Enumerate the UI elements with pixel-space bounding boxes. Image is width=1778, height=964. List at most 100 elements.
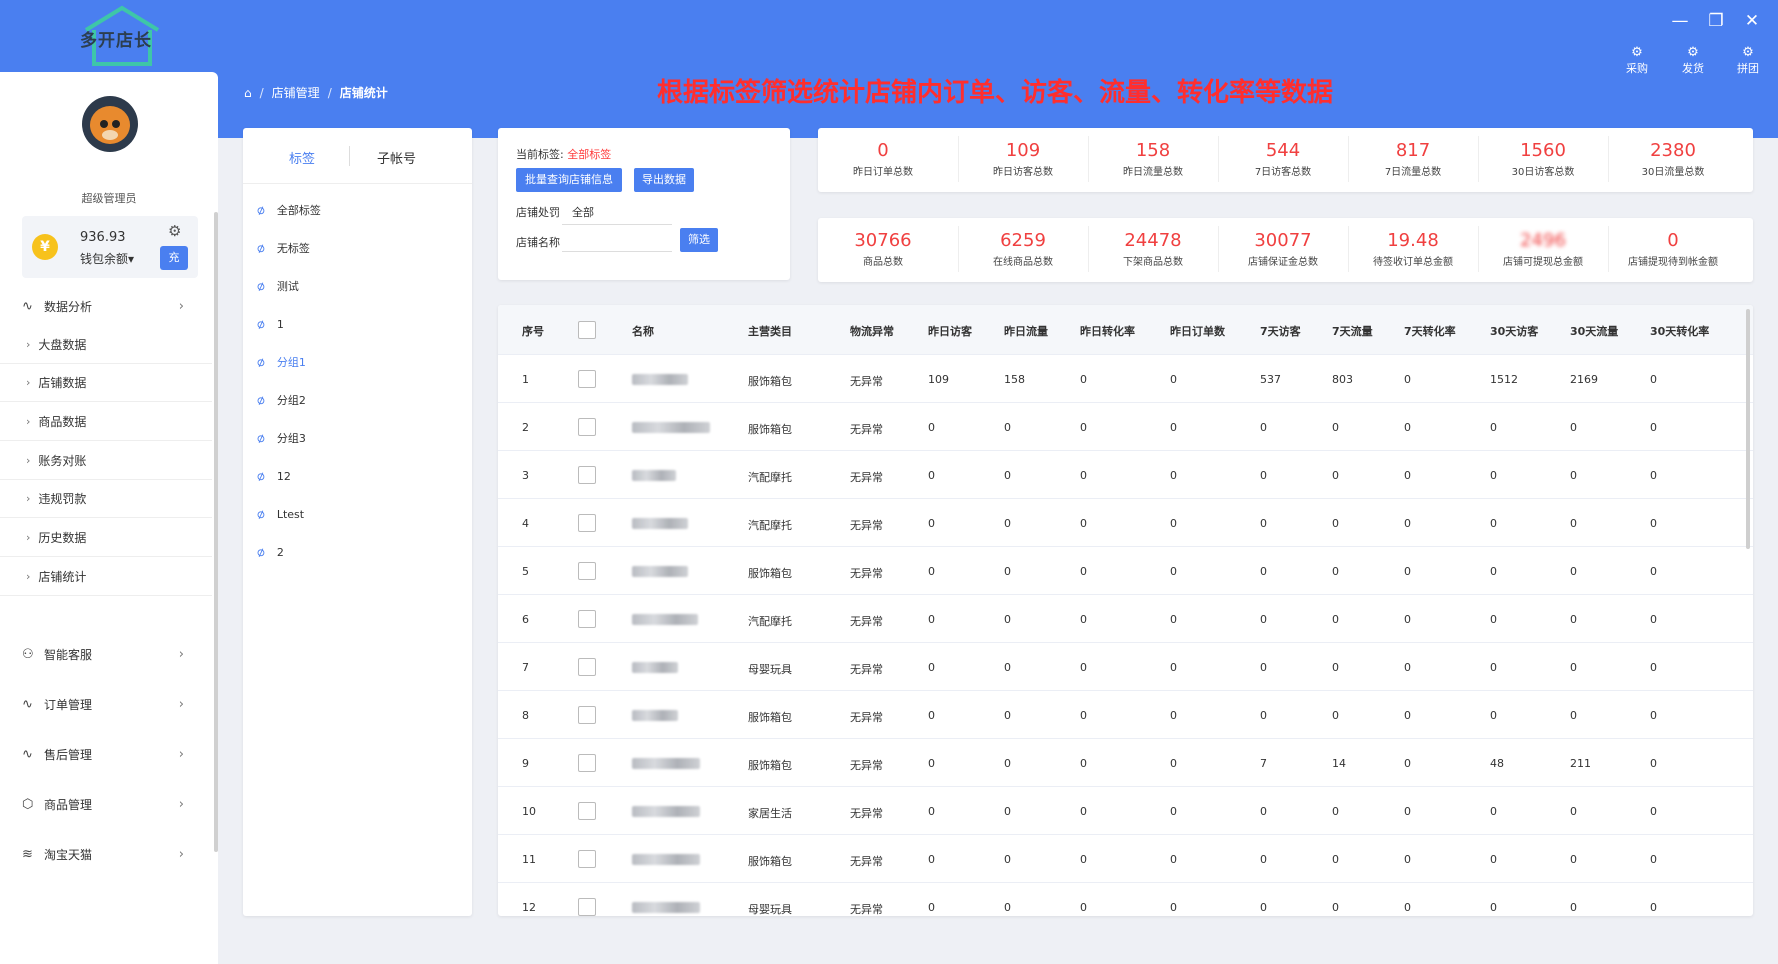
minimize-icon[interactable]: — [1669,10,1691,32]
stat-30d-traffic: 2380 30日流量总数 [1641,140,1705,178]
tag-item-group3[interactable]: ⌀ 分组3 [255,428,306,448]
avatar[interactable] [82,96,138,152]
store-name-label: 店铺名称 [516,236,560,249]
row-checkbox[interactable] [578,706,596,724]
penalty-filter: 店铺处罚 [516,206,560,219]
tag-icon: ⌀ [254,315,268,333]
table-row[interactable]: 6 汽配摩托 无异常 0 0 0 0 0 0 0 0 0 0 [498,595,1753,643]
quick-action-group-buy[interactable]: ⚙ 拼团 [1728,46,1768,76]
store-name-redacted [632,662,678,673]
tag-item-group2[interactable]: ⌀ 分组2 [254,390,306,410]
chevron-right-icon: › [26,570,31,583]
layers-icon: ≋ [22,846,33,862]
stat-withdrawable-amount: 2496 店铺可提现总金额 [1503,230,1583,268]
table-row[interactable]: 11 服饰箱包 无异常 0 0 0 0 0 0 0 0 0 0 [498,835,1753,883]
tag-item-12[interactable]: ⌀ 12 [254,466,291,486]
store-name-redacted [632,806,700,817]
stat-yesterday-orders: 0 昨日订单总数 [853,140,913,178]
table-row[interactable]: 5 服饰箱包 无异常 0 0 0 0 0 0 0 0 0 0 [498,547,1753,595]
menu-taobao-tmall[interactable]: ≋ 淘宝天猫 › [22,843,192,865]
tag-icon: ⌀ [254,467,268,485]
store-name-input[interactable] [562,228,672,252]
batch-query-button[interactable]: 批量查询店铺信息 [516,168,622,192]
stats-row-traffic: 0 昨日订单总数 109 昨日访客总数 158 昨日流量总数 544 7日访客总… [818,128,1753,192]
tab-tags[interactable]: 标签 [289,148,315,167]
chevron-right-icon: › [26,338,31,351]
home-icon[interactable]: ⌂ [244,86,252,100]
sidebar-item-reconciliation[interactable]: › 账务对账 [0,442,212,480]
tag-icon: ⌀ [254,543,268,561]
store-name-redacted [632,854,700,865]
chevron-right-icon: › [26,376,31,389]
menu-data-analysis[interactable]: ∿ 数据分析 › [22,295,192,317]
row-checkbox[interactable] [578,562,596,580]
chevron-right-icon: › [178,646,184,662]
tag-item-test[interactable]: ⌀ 测试 [255,276,299,296]
gear-icon[interactable]: ⚙ [168,222,181,240]
table-row[interactable]: 9 服饰箱包 无异常 0 0 0 0 7 14 0 48 211 0 [498,739,1753,787]
store-stats-table: 序号 名称 主营类目 物流异常 昨日访客 昨日流量 昨日转化率 昨日订单数 7天… [498,305,1753,916]
tag-icon: ⌀ [254,505,268,523]
table-scrollbar[interactable] [1746,309,1750,549]
tag-item-1[interactable]: ⌀ 1 [254,314,284,334]
stat-total-products: 30766 商品总数 [854,230,912,268]
stat-deposit-total: 30077 店铺保证金总数 [1248,230,1318,268]
row-checkbox[interactable] [578,802,596,820]
tag-item-all[interactable]: ⌀ 全部标签 [255,200,321,220]
restore-icon[interactable]: ❐ [1705,10,1727,32]
breadcrumb-item[interactable]: 店铺管理 [272,84,320,101]
menu-order-management[interactable]: ∿ 订单管理 › [22,693,192,715]
menu-product-management[interactable]: ⬡ 商品管理 › [22,793,192,815]
tag-item-ltest[interactable]: ⌀ Ltest [254,504,304,524]
wallet-balance-dropdown[interactable]: 钱包余额▾ [80,250,134,267]
store-name-redacted [632,758,700,769]
export-button[interactable]: 导出数据 [634,168,694,192]
sidebar-item-store-data[interactable]: › 店铺数据 [0,364,212,402]
recharge-button[interactable]: 充 [160,246,188,270]
row-checkbox[interactable] [578,418,596,436]
close-icon[interactable]: ✕ [1741,10,1763,32]
tag-item-none[interactable]: ⌀ 无标签 [255,238,310,258]
table-row[interactable]: 8 服饰箱包 无异常 0 0 0 0 0 0 0 0 0 0 [498,691,1753,739]
table-row[interactable]: 12 母婴玩具 无异常 0 0 0 0 0 0 0 0 0 0 [498,883,1753,916]
menu-smart-service[interactable]: ⚇ 智能客服 › [22,643,192,665]
row-checkbox[interactable] [578,754,596,772]
row-checkbox[interactable] [578,370,596,388]
sidebar-item-market-data[interactable]: › 大盘数据 [0,326,212,364]
chevron-right-icon: › [26,531,31,544]
app-logo: 多开店长 [72,4,172,68]
table-row[interactable]: 7 母婴玩具 无异常 0 0 0 0 0 0 0 0 0 0 [498,643,1753,691]
tag-item-group1[interactable]: ⌀ 分组1 [255,352,306,372]
sidebar-item-history-data[interactable]: › 历史数据 [0,519,212,557]
wallet-amount: 936.93 [80,230,126,245]
sidebar-item-penalties[interactable]: › 违规罚款 [0,480,212,518]
annotation-banner: 根据标签筛选统计店铺内订单、访客、流量、转化率等数据 [657,78,1334,108]
tab-sub-accounts[interactable]: 子帐号 [377,148,416,167]
user-role: 超级管理员 [81,192,137,205]
row-checkbox[interactable] [578,514,596,532]
pulse-icon: ∿ [22,298,33,314]
select-all-checkbox[interactable] [578,321,596,339]
row-checkbox[interactable] [578,898,596,916]
gear-icon: ⚙ [1687,45,1699,60]
table-row[interactable]: 10 家居生活 无异常 0 0 0 0 0 0 0 0 0 0 [498,787,1753,835]
table-row[interactable]: 1 服饰箱包 无异常 109 158 0 0 537 803 0 1512 21… [498,355,1753,403]
row-checkbox[interactable] [578,610,596,628]
sidebar-item-product-data[interactable]: › 商品数据 [0,403,212,441]
quick-action-ship[interactable]: ⚙ 发货 [1673,46,1713,76]
table-row[interactable]: 2 服饰箱包 无异常 0 0 0 0 0 0 0 0 0 0 [498,403,1753,451]
row-checkbox[interactable] [578,466,596,484]
tag-icon: ⌀ [254,391,268,409]
sidebar-item-store-stats[interactable]: › 店铺统计 [0,558,212,596]
store-name-redacted [632,518,688,529]
row-checkbox[interactable] [578,658,596,676]
tag-item-2[interactable]: ⌀ 2 [254,542,284,562]
quick-action-purchase[interactable]: ⚙ 采购 [1617,46,1657,76]
penalty-select[interactable]: 全部 [572,204,594,220]
row-checkbox[interactable] [578,850,596,868]
table-row[interactable]: 4 汽配摩托 无异常 0 0 0 0 0 0 0 0 0 0 [498,499,1753,547]
table-row[interactable]: 3 汽配摩托 无异常 0 0 0 0 0 0 0 0 0 0 [498,451,1753,499]
menu-after-sales[interactable]: ∿ 售后管理 › [22,743,192,765]
filter-button[interactable]: 筛选 [680,228,718,252]
sidebar-scrollbar[interactable] [214,212,218,852]
